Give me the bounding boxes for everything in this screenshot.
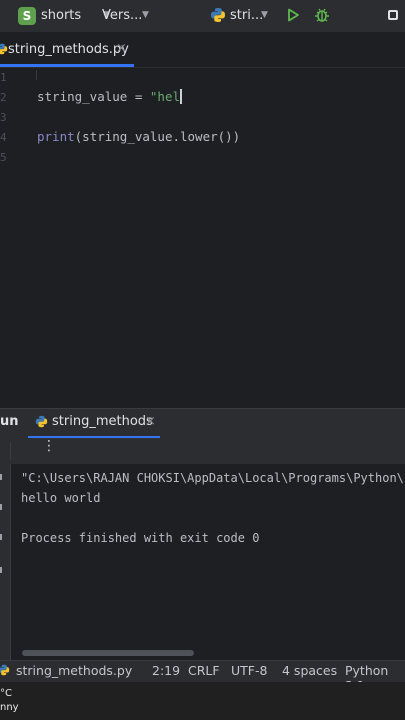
stop-icon[interactable] xyxy=(388,10,398,20)
toolbar-button[interactable] xyxy=(0,474,2,480)
active-tab-indicator xyxy=(0,64,134,67)
run-icon[interactable] xyxy=(285,7,301,23)
console-output[interactable]: "C:\Users\RAJAN CHOKSI\AppData\Local\Pro… xyxy=(12,464,405,660)
editor-tab-label[interactable]: string_methods.py xyxy=(8,42,129,57)
builtin-function: print xyxy=(37,129,75,144)
toolbar-button[interactable] xyxy=(0,504,2,510)
python-icon xyxy=(35,415,48,428)
horizontal-scrollbar[interactable] xyxy=(22,650,194,656)
status-line-separator[interactable]: CRLF xyxy=(188,663,220,678)
code-line-2[interactable]: string_value = "hel xyxy=(37,89,182,104)
os-taskbar xyxy=(0,682,405,720)
indent-guide xyxy=(36,70,37,80)
status-caret-position[interactable]: 2:19 xyxy=(152,663,180,678)
run-tab-label[interactable]: string_methods xyxy=(52,414,153,429)
divider xyxy=(10,442,11,460)
more-options-icon[interactable]: ⋮ xyxy=(42,439,56,453)
project-name[interactable]: shorts xyxy=(41,8,81,23)
close-icon[interactable]: × xyxy=(116,41,127,56)
debug-icon[interactable] xyxy=(313,6,331,24)
project-badge[interactable]: S xyxy=(18,7,36,25)
line-number: 2 xyxy=(0,91,7,104)
status-encoding[interactable]: UTF-8 xyxy=(231,663,267,678)
status-indent[interactable]: 4 spaces xyxy=(282,663,337,678)
code-token: string_value = xyxy=(37,89,150,104)
console-line: Process finished with exit code 0 xyxy=(21,531,260,545)
text-caret xyxy=(180,89,182,104)
status-file[interactable]: string_methods.py xyxy=(16,663,132,678)
code-line-4[interactable]: print(string_value.lower()) xyxy=(37,129,240,144)
code-editor[interactable]: 1 2 3 4 5 6 string_value = "hel print(st… xyxy=(0,68,405,408)
run-side-toolbar xyxy=(0,464,11,660)
line-number: 1 xyxy=(0,71,7,84)
line-number: 4 xyxy=(0,131,7,144)
weather-temperature[interactable]: °C xyxy=(0,688,12,699)
line-number: 5 xyxy=(0,151,7,164)
console-line: hello world xyxy=(21,491,101,505)
chevron-down-icon[interactable]: ▼ xyxy=(261,10,268,20)
run-panel-title: un xyxy=(0,414,19,429)
python-file-icon xyxy=(0,43,8,55)
vcs-widget[interactable]: Vers... xyxy=(102,8,142,23)
run-toolbar xyxy=(0,438,405,464)
close-icon[interactable]: × xyxy=(145,414,156,429)
string-literal: "hel xyxy=(149,89,180,104)
run-config-name[interactable]: stri... xyxy=(230,8,263,23)
code-token: (string_value.lower()) xyxy=(74,129,241,144)
chevron-down-icon[interactable]: ▼ xyxy=(142,10,149,20)
weather-description[interactable]: nny xyxy=(0,702,19,713)
console-line: "C:\Users\RAJAN CHOKSI\AppData\Local\Pro… xyxy=(21,471,404,485)
toolbar-button[interactable] xyxy=(0,567,2,573)
python-file-icon xyxy=(0,664,10,676)
python-icon xyxy=(211,8,225,22)
line-number: 3 xyxy=(0,111,7,124)
toolbar-button[interactable] xyxy=(0,534,2,540)
